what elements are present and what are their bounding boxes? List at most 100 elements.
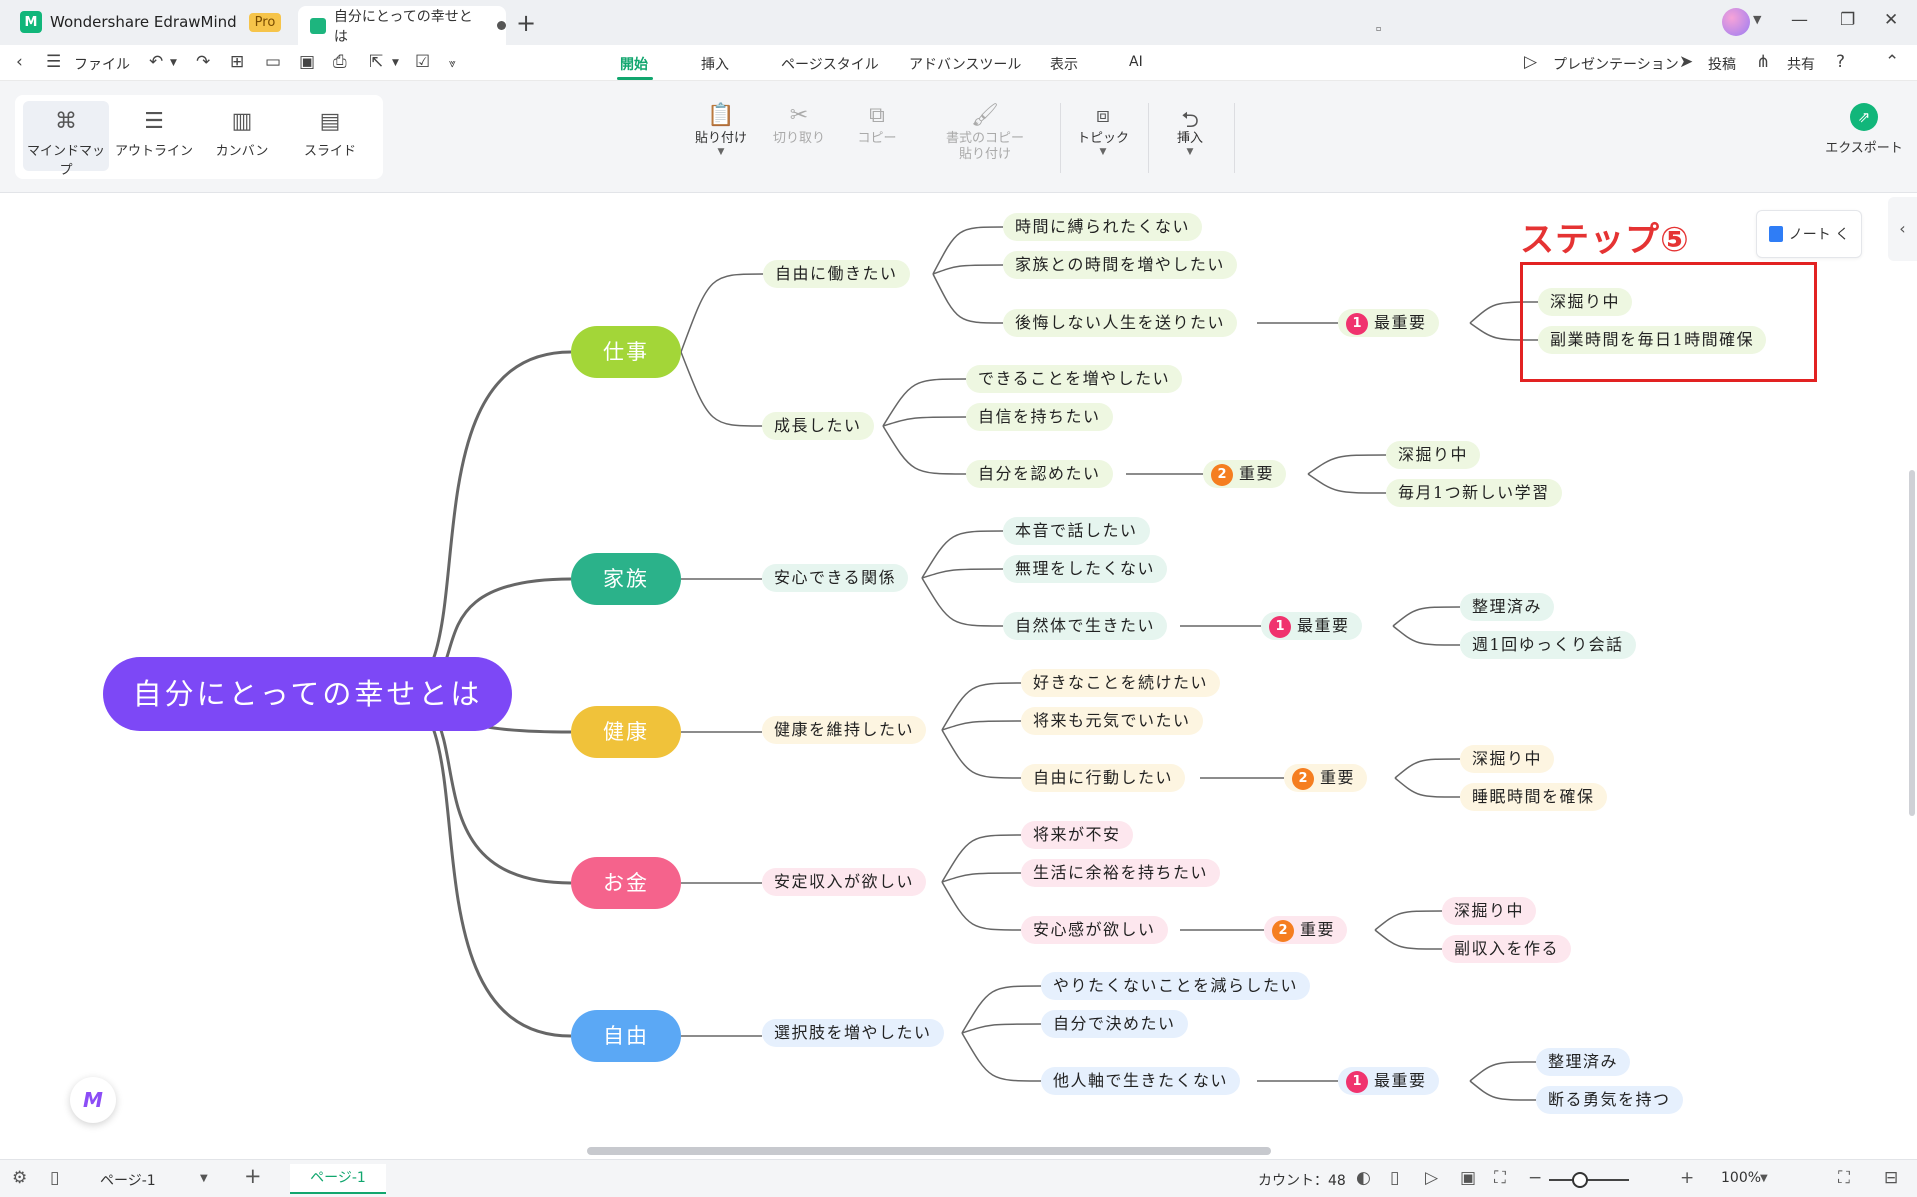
detail-topic[interactable]: 深掘り中	[1386, 441, 1481, 469]
leaf-topic[interactable]: 自分を認めたい	[966, 460, 1113, 488]
fit-page-icon[interactable]: ▣	[1460, 1168, 1476, 1188]
new-file-icon[interactable]: ⊞	[230, 52, 244, 72]
priority-topic[interactable]: 1 最重要	[1261, 612, 1362, 640]
leaf-topic[interactable]: 自然体で生きたい	[1003, 612, 1168, 640]
back-icon[interactable]: ‹	[16, 52, 23, 72]
leaf-topic[interactable]: 時間に縛られたくない	[1003, 213, 1203, 241]
vertical-scrollbar[interactable]	[1909, 470, 1915, 816]
document-tab[interactable]: 自分にとっての幸せとは	[298, 6, 506, 45]
subtopic[interactable]: 安心できる関係	[762, 564, 909, 592]
tab-view[interactable]: 表示	[1050, 54, 1078, 74]
open-folder-icon[interactable]: ▭	[265, 52, 281, 72]
note-button[interactable]: ノート く	[1756, 210, 1862, 258]
save-icon[interactable]: ▣	[299, 52, 315, 72]
user-avatar[interactable]	[1722, 8, 1750, 36]
collapse-ribbon-icon[interactable]: ⌃	[1885, 52, 1899, 72]
leaf-topic[interactable]: できることを増やしたい	[966, 365, 1183, 393]
undo-icon[interactable]: ↶	[149, 52, 163, 72]
hamburger-menu-icon[interactable]: ☰	[46, 52, 61, 72]
main-topic-money[interactable]: お金	[571, 857, 681, 909]
file-menu[interactable]: ファイル	[74, 54, 130, 74]
leaf-topic[interactable]: 自由に行動したい	[1021, 764, 1186, 792]
detail-topic[interactable]: 副収入を作る	[1442, 935, 1572, 963]
zoom-out-icon[interactable]: −	[1528, 1168, 1542, 1188]
add-page-icon[interactable]: +	[244, 1164, 262, 1188]
export-dropdown-icon[interactable]: ▼	[392, 58, 399, 68]
page-settings-icon[interactable]: ⚙	[12, 1168, 27, 1188]
leaf-topic[interactable]: 生活に余裕を持ちたい	[1021, 859, 1221, 887]
detail-topic[interactable]: 整理済み	[1536, 1048, 1631, 1076]
post-button[interactable]: 投稿	[1708, 54, 1736, 74]
subtopic[interactable]: 健康を維持したい	[762, 716, 927, 744]
zoom-slider[interactable]	[1549, 1179, 1629, 1181]
horizontal-scrollbar[interactable]	[587, 1147, 1271, 1155]
leaf-topic[interactable]: 本音で話したい	[1003, 517, 1150, 545]
topic-dropdown-icon[interactable]: ▼	[1063, 147, 1143, 157]
panel-toggle-icon[interactable]: ⊟	[1884, 1168, 1898, 1188]
detail-topic[interactable]: 深掘り中	[1460, 745, 1555, 773]
restore-icon[interactable]: ❐	[1840, 10, 1855, 30]
detail-topic[interactable]: 睡眠時間を確保	[1460, 783, 1607, 811]
pro-badge[interactable]: Pro	[248, 12, 282, 32]
tab-page-style[interactable]: ページスタイル	[781, 54, 879, 74]
insert-button[interactable]: ⮌ 挿入 ▼	[1150, 103, 1230, 157]
side-panel-toggle[interactable]: ‹	[1888, 197, 1917, 261]
leaf-topic[interactable]: やりたくないことを減らしたい	[1041, 972, 1311, 1000]
view-outline-button[interactable]: ☰ アウトライン	[111, 101, 197, 171]
send-icon[interactable]: ➤	[1679, 52, 1693, 72]
page-panel-icon[interactable]: ▯	[50, 1168, 59, 1188]
fullscreen-icon[interactable]: ⛶	[1838, 1168, 1850, 1188]
leaf-topic[interactable]: 自分で決めたい	[1041, 1010, 1188, 1038]
zoom-in-icon[interactable]: +	[1680, 1168, 1694, 1188]
ai-assistant-button[interactable]: M	[70, 1077, 116, 1123]
priority-topic[interactable]: 1 最重要	[1338, 309, 1439, 337]
presentation-icon[interactable]: ▷	[1524, 52, 1537, 72]
view-mindmap-button[interactable]: ⌘ マインドマップ	[23, 101, 109, 178]
detail-topic[interactable]: 深掘り中	[1442, 897, 1537, 925]
redo-icon[interactable]: ↷	[196, 52, 210, 72]
zoom-dropdown-icon[interactable]: ▼	[1760, 1173, 1768, 1184]
paste-button[interactable]: 📋 貼り付け ▼	[681, 103, 761, 157]
new-tab-icon[interactable]: +	[516, 9, 536, 37]
app-tab[interactable]: M Wondershare EdrawMind Pro	[20, 10, 282, 34]
main-topic-health[interactable]: 健康	[571, 706, 681, 758]
subtopic[interactable]: 成長したい	[762, 412, 874, 440]
detail-topic[interactable]: 整理済み	[1460, 593, 1555, 621]
chevron-down-icon[interactable]: ▼	[1753, 13, 1761, 26]
close-icon[interactable]: ✕	[1884, 10, 1898, 30]
priority-topic[interactable]: 1 最重要	[1338, 1067, 1439, 1095]
print-icon[interactable]: ⎙	[333, 52, 347, 72]
leaf-topic[interactable]: 将来も元気でいたい	[1021, 707, 1203, 735]
tab-start[interactable]: 開始	[620, 54, 648, 74]
mindmap-canvas[interactable]: 自分にとっての幸せとは 仕事 家族 健康 お金 自由 自由に働きたい 時間に縛ら…	[0, 193, 1917, 1159]
export-button[interactable]: ⇗ エクスポート	[1824, 103, 1904, 156]
main-topic-family[interactable]: 家族	[571, 553, 681, 605]
subtopic[interactable]: 安定収入が欲しい	[762, 868, 927, 896]
subtopic[interactable]: 選択肢を増やしたい	[762, 1019, 944, 1047]
zoom-level[interactable]: 100%	[1721, 1170, 1761, 1186]
detail-topic[interactable]: 毎月1つ新しい学習	[1386, 479, 1562, 507]
export-small-icon[interactable]: ⇱	[369, 52, 383, 72]
checkbox-icon[interactable]: ☑	[415, 52, 430, 72]
leaf-topic[interactable]: 後悔しない人生を送りたい	[1003, 309, 1238, 337]
tab-ai[interactable]: AI	[1129, 54, 1143, 70]
minimize-icon[interactable]: —	[1791, 10, 1808, 30]
main-topic-work[interactable]: 仕事	[571, 326, 681, 378]
leaf-topic[interactable]: 自信を持ちたい	[966, 403, 1113, 431]
share-icon[interactable]: ⋔	[1756, 52, 1770, 72]
page-select[interactable]: ページ-1	[100, 1170, 156, 1190]
help-icon[interactable]: ?	[1836, 52, 1845, 72]
tab-insert[interactable]: 挿入	[701, 54, 729, 74]
leaf-topic[interactable]: 家族との時間を増やしたい	[1003, 251, 1237, 279]
paste-dropdown-icon[interactable]: ▼	[681, 147, 761, 157]
leaf-topic[interactable]: 無理をしたくない	[1003, 555, 1168, 583]
main-topic-freedom[interactable]: 自由	[571, 1010, 681, 1062]
priority-topic[interactable]: 2 重要	[1264, 916, 1348, 944]
copy-button[interactable]: ⧉ コピー	[837, 103, 917, 147]
theme-icon[interactable]: ◐	[1356, 1168, 1371, 1188]
unsaved-dot-icon[interactable]	[497, 21, 506, 30]
share-button[interactable]: 共有	[1787, 54, 1815, 74]
play-icon[interactable]: ▷	[1425, 1168, 1438, 1188]
leaf-topic[interactable]: 好きなことを続けたい	[1021, 669, 1221, 697]
priority-topic[interactable]: 2 重要	[1203, 460, 1287, 488]
